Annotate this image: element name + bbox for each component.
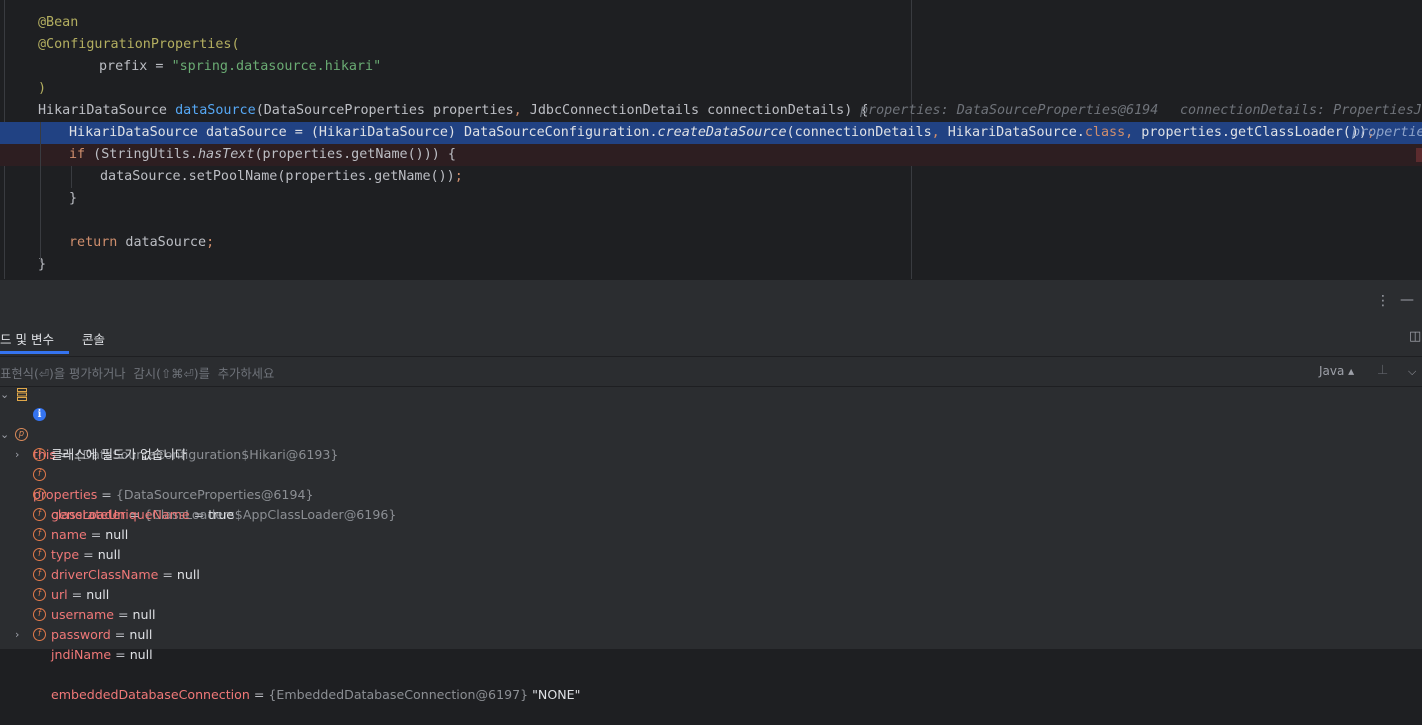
code-line-4[interactable]: ) <box>0 78 1422 100</box>
code-line-11[interactable]: return dataSource; <box>0 232 1422 254</box>
method-name: dataSource <box>175 103 256 118</box>
active-tab-indicator <box>0 351 69 354</box>
field-icon: f <box>33 488 46 501</box>
chevron-right-icon[interactable]: › <box>15 625 19 645</box>
annotation-bean: @Bean <box>38 15 79 30</box>
expression-evaluation-bar[interactable]: 표현식(⏎)을 평가하거나 감시(⇧⌘⏎)를 추가하세요 Java ▴ ⊥ ⌵ <box>0 356 1422 387</box>
eval-input-placeholder[interactable]: 표현식(⏎)을 평가하거나 감시(⇧⌘⏎)를 추가하세요 <box>0 364 274 382</box>
return-keyword: return <box>69 235 118 250</box>
field-icon: f <box>33 608 46 621</box>
chevron-right-icon[interactable]: › <box>15 445 19 465</box>
tree-row-field[interactable]: f generateUniqueName = true <box>0 465 1422 522</box>
tree-row-info: i 클래스에 필드가 없습니다 <box>0 405 1422 462</box>
annotation-configuration-properties: @ConfigurationProperties( <box>38 37 240 52</box>
tree-row-field[interactable]: f password = null <box>0 585 1422 642</box>
indent-guide <box>40 122 41 262</box>
add-watch-icon[interactable]: ⊥ <box>1377 364 1388 378</box>
code-segment: HikariDataSource dataSource = (HikariDat… <box>69 125 658 140</box>
tree-row-field[interactable]: f type = null <box>0 505 1422 562</box>
annotation-close-paren: ) <box>38 81 47 96</box>
comma: , <box>931 125 940 140</box>
inline-hint-connection-details: connectionDetails: PropertiesJd <box>1180 103 1422 118</box>
field-icon: f <box>33 548 46 561</box>
tree-row-properties[interactable]: ⌄ p properties = {DataSourceProperties@6… <box>0 425 1422 502</box>
tree-row-field[interactable]: f driverClassName = null <box>0 525 1422 582</box>
code-line-1[interactable]: @Bean <box>0 12 1422 34</box>
code-editor[interactable]: @Bean @ConfigurationProperties( prefix =… <box>0 0 1422 279</box>
prefix-key: prefix = <box>99 59 172 74</box>
code-line-3[interactable]: prefix = "spring.datasource.hikari" <box>0 56 1422 78</box>
field-icon: f <box>33 468 46 481</box>
stack-frame-icon <box>17 388 27 401</box>
prefix-string: "spring.datasource.hikari" <box>171 59 382 74</box>
chevron-down-icon[interactable]: ⌄ <box>0 425 9 445</box>
close-brace: } <box>69 191 78 206</box>
class-keyword: class <box>1084 125 1126 140</box>
code-segment: (connectionDetails <box>786 125 932 140</box>
field-icon: f <box>33 568 46 581</box>
return-type: HikariDataSource <box>38 103 176 118</box>
tree-row-field[interactable]: › f classLoader = {ClassLoaders$AppClass… <box>0 445 1422 522</box>
tree-row-field[interactable]: f url = null <box>0 545 1422 602</box>
code-segment: dataSource <box>117 235 207 250</box>
field-value: "NONE" <box>532 687 581 702</box>
tree-row-field[interactable]: f username = null <box>0 565 1422 622</box>
parameter-icon: p <box>15 428 28 441</box>
comma: , <box>513 103 522 118</box>
code-line-9[interactable]: } <box>0 188 1422 210</box>
debugger-panel: ⋮ — 드 및 변수 콘솔 ◫ 표현식(⏎)을 평가하거나 감시(⇧⌘⏎)를 추… <box>0 279 1422 702</box>
info-icon: i <box>33 408 46 421</box>
current-execution-line[interactable]: HikariDataSource dataSource = (HikariDat… <box>0 122 1422 144</box>
tree-row-field[interactable]: › f embeddedDatabaseConnection = {Embedd… <box>0 625 1422 702</box>
panel-toolbar: ⋮ — <box>0 279 1422 321</box>
has-text-call: hasText <box>198 147 255 162</box>
tab-console[interactable]: 콘솔 <box>82 329 105 348</box>
code-line-5[interactable]: HikariDataSource dataSource(DataSourcePr… <box>0 100 1422 122</box>
code-segment: (StringUtils. <box>85 147 198 162</box>
field-value: null <box>129 647 153 662</box>
field-icon: f <box>33 448 46 461</box>
code-segment: (properties.getName())) { <box>254 147 456 162</box>
indent-guide <box>71 166 72 188</box>
inline-hint-truncated: propertie <box>1352 125 1422 140</box>
code-segment: HikariDataSource. <box>939 125 1085 140</box>
field-icon: f <box>33 528 46 541</box>
inline-hint-properties: properties: DataSourceProperties@6194 <box>860 103 1159 118</box>
code-line-2[interactable]: @ConfigurationProperties( <box>0 34 1422 56</box>
comma: , <box>1125 125 1134 140</box>
chevron-down-icon[interactable]: ⌵ <box>1408 365 1416 379</box>
code-segment: properties.getClassLoader()) <box>1133 125 1367 140</box>
code-line-8[interactable]: dataSource.setPoolName(properties.getNam… <box>0 166 1422 188</box>
tree-row-field[interactable]: f name = null <box>0 485 1422 542</box>
tree-row-this[interactable]: ⌄ this = {DataSourceConfiguration$Hikari… <box>0 385 1422 462</box>
code-segment: dataSource.setPoolName(properties.getNam… <box>100 169 455 184</box>
tree-row-field[interactable]: f jndiName = null <box>0 605 1422 662</box>
param-1: (DataSourceProperties properties <box>255 103 514 118</box>
semicolon: ; <box>206 235 215 250</box>
code-line-12[interactable]: } <box>0 254 1422 276</box>
more-options-icon[interactable]: ⋮ <box>1376 294 1390 308</box>
param-2: JdbcConnectionDetails connectionDetails)… <box>521 103 869 118</box>
field-icon: f <box>33 508 46 521</box>
field-icon: f <box>33 588 46 601</box>
create-datasource-call: createDataSource <box>657 125 787 140</box>
language-selector[interactable]: Java ▴ <box>1319 364 1354 378</box>
debugger-tabs: 드 및 변수 콘솔 ◫ <box>0 320 1422 355</box>
semicolon: ; <box>454 169 463 184</box>
code-line-7[interactable]: if (StringUtils.hasText(properties.getNa… <box>0 144 1422 166</box>
field-type: {EmbeddedDatabaseConnection@6197} <box>268 687 529 702</box>
tab-variables[interactable]: 드 및 변수 <box>0 329 54 348</box>
field-name: jndiName <box>51 647 112 662</box>
if-keyword: if <box>69 147 86 162</box>
chevron-down-icon[interactable]: ⌄ <box>0 385 9 405</box>
field-icon: f <box>33 628 46 641</box>
field-name: embeddedDatabaseConnection <box>51 687 250 702</box>
minimize-icon[interactable]: — <box>1400 293 1414 307</box>
layout-icon[interactable]: ◫ <box>1409 330 1421 344</box>
